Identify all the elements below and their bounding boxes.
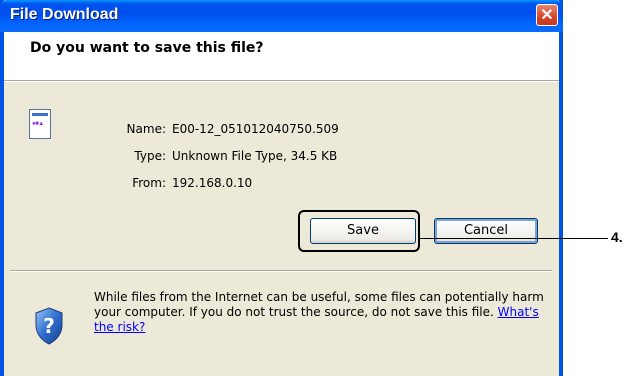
header-divider bbox=[4, 80, 559, 82]
callout-number: 4. bbox=[611, 229, 623, 245]
window-title: File Download bbox=[10, 6, 119, 23]
security-warning: While files from the Internet can be use… bbox=[94, 290, 554, 335]
save-button-callout-box bbox=[298, 210, 420, 252]
callout-line bbox=[420, 238, 608, 239]
close-icon: ✕ bbox=[540, 7, 554, 24]
content-divider bbox=[10, 270, 552, 272]
file-type-value: Unknown File Type, 34.5 KB bbox=[172, 149, 338, 163]
cancel-button[interactable]: Cancel bbox=[434, 218, 538, 244]
file-source-value: 192.168.0.10 bbox=[172, 176, 253, 190]
svg-text:?: ? bbox=[43, 314, 55, 338]
file-download-dialog: File Download ✕ Do you want to save this… bbox=[0, 0, 563, 376]
type-label: Type: bbox=[134, 149, 166, 163]
title-bar[interactable]: File Download ✕ bbox=[0, 0, 563, 32]
shield-question-icon: ? bbox=[35, 307, 63, 345]
name-label: Name: bbox=[126, 122, 166, 136]
file-name-value: E00-12_051012040750.509 bbox=[172, 122, 339, 136]
warning-text: While files from the Internet can be use… bbox=[94, 290, 544, 319]
from-label: From: bbox=[132, 176, 166, 190]
close-button[interactable]: ✕ bbox=[536, 4, 558, 26]
unknown-file-icon: ●■▲ bbox=[29, 109, 51, 139]
save-question: Do you want to save this file? bbox=[30, 40, 264, 56]
